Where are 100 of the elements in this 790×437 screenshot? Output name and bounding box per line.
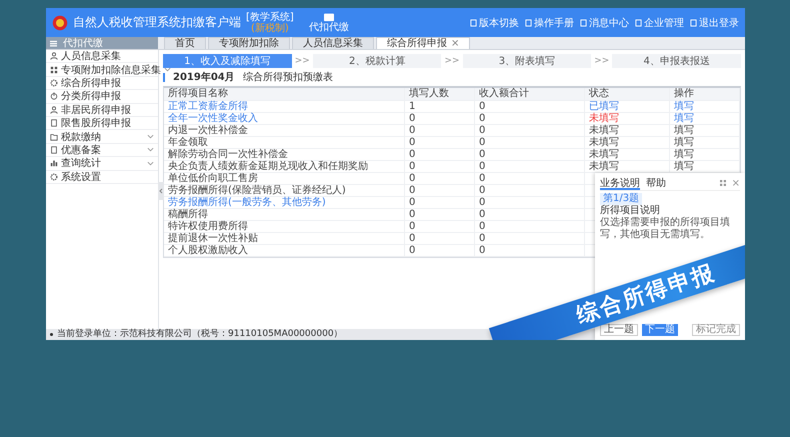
table-cell: 0	[475, 149, 585, 160]
sidebar-item[interactable]: 系统设置	[46, 170, 158, 184]
table-cell: 特许权使用费所得	[164, 221, 405, 232]
doc-icon	[50, 146, 58, 154]
question-badge: 第1/3题	[600, 193, 642, 205]
table-cell: 稿酬所得	[164, 209, 405, 220]
fill-link[interactable]: 填写	[674, 161, 694, 172]
table-cell: 0	[405, 221, 475, 232]
fill-link[interactable]: 填写	[674, 113, 694, 124]
person-icon	[50, 106, 58, 114]
page-tab[interactable]: 专项附加扣除	[208, 37, 290, 49]
power-icon	[50, 92, 58, 100]
income-item-link[interactable]: 劳务报酬所得(一般劳务、其他劳务)	[164, 197, 405, 208]
document-icon	[690, 18, 697, 26]
report-period: 2019年04月	[173, 70, 235, 84]
title-marker	[163, 72, 165, 82]
panel-tab[interactable]: 业务说明	[600, 176, 640, 190]
fill-link[interactable]: 填写	[674, 101, 694, 112]
page-tab[interactable]: 首页	[164, 37, 206, 49]
table-cell: 0	[475, 113, 585, 124]
header-link[interactable]: 企业管理	[635, 16, 684, 30]
page-tab[interactable]: 人员信息采集	[292, 37, 374, 49]
tab-close[interactable]: ×	[451, 38, 460, 49]
person-icon	[50, 52, 58, 60]
table-cell: 劳务报酬所得(保险营销员、证券经纪人)	[164, 185, 405, 196]
table-cell: 解除劳动合同一次性补偿金	[164, 149, 405, 160]
table-cell: 0	[405, 149, 475, 160]
table-cell: 单位低价向职工售房	[164, 173, 405, 184]
emblem-icon	[52, 14, 68, 30]
table-cell: 0	[475, 245, 585, 256]
app-title: 自然人税收管理系统扣缴客户端	[73, 14, 241, 31]
grid-icon	[50, 66, 58, 74]
table-cell: 0	[475, 197, 585, 208]
table-cell: 0	[405, 185, 475, 196]
header-link[interactable]: 版本切换	[470, 16, 519, 30]
page-tab[interactable]: 综合所得申报 ×	[376, 37, 470, 49]
document-icon	[470, 18, 477, 26]
fill-link[interactable]: 填写	[674, 149, 694, 160]
sidebar-item[interactable]: 非居民所得申报	[46, 104, 158, 117]
table-cell: 年金领取	[164, 137, 405, 148]
table-cell: 个人股权激励收入	[164, 245, 405, 256]
module-button[interactable]: 代扣代缴	[308, 12, 349, 33]
step-separator: >>	[294, 56, 310, 66]
table-cell: 0	[475, 137, 585, 148]
help-text: 仅选择需要申报的所得项目填写，其他项目无需填写。	[600, 217, 731, 241]
status-text: 当前登录单位：示范科技有限公司（税号：91110105MA00000000）	[57, 329, 343, 340]
gear-icon	[50, 172, 58, 181]
step-tab[interactable]: 2、税款计算	[312, 54, 442, 68]
grid-icon[interactable]	[720, 180, 726, 186]
header-link[interactable]: 退出登录	[690, 16, 739, 30]
table-cell: 0	[475, 233, 585, 244]
edition-tag: (新税制)	[251, 22, 289, 34]
gear-icon	[50, 78, 58, 87]
table-cell: 0	[405, 137, 475, 148]
table-cell: 0	[405, 233, 475, 244]
column-header: 操作	[670, 88, 740, 100]
table-cell: 0	[405, 245, 475, 256]
column-header: 所得项目名称	[164, 88, 405, 100]
table-cell: 0	[405, 113, 475, 124]
edition-label: [教学系统]	[246, 12, 294, 22]
fill-link[interactable]: 填写	[674, 125, 694, 136]
step-separator: >>	[594, 56, 610, 66]
help-heading: 所得项目说明	[600, 205, 660, 216]
status-text: 未填写	[589, 161, 619, 172]
header-link[interactable]: 消息中心	[580, 16, 629, 30]
column-header: 状态	[585, 88, 670, 100]
header-link[interactable]: 操作手册	[525, 16, 574, 30]
sidebar-item[interactable]: 限售股所得申报	[46, 116, 158, 130]
sidebar-item[interactable]: 分类所得申报	[46, 90, 158, 104]
next-button[interactable]: 下一题	[642, 324, 678, 336]
sidebar-item[interactable]: 优惠备案	[46, 144, 158, 158]
chevron-down-icon	[147, 160, 154, 166]
table-cell: 央企负责人绩效薪金延期兑现收入和任期奖励	[164, 161, 405, 172]
table-cell: 0	[475, 185, 585, 196]
status-text: 未填写	[589, 149, 619, 160]
table-cell: 1	[405, 101, 475, 112]
doc-icon	[50, 119, 58, 128]
fill-link[interactable]: 填写	[674, 137, 694, 148]
sidebar-item[interactable]: 综合所得申报	[46, 76, 158, 90]
sidebar-item[interactable]: 人员信息采集	[46, 50, 158, 64]
income-item-link[interactable]: 正常工资薪金所得	[164, 101, 405, 112]
panel-tab[interactable]: 帮助	[646, 176, 666, 190]
table-cell: 0	[475, 173, 585, 184]
step-tab[interactable]: 3、附表填写	[462, 54, 592, 68]
status-text: 未填写	[589, 125, 619, 136]
document-icon	[580, 18, 587, 26]
income-item-link[interactable]: 全年一次性奖金收入	[164, 113, 405, 124]
document-icon	[635, 18, 642, 26]
sidebar-item[interactable]: 税款缴纳	[46, 130, 158, 144]
chevron-down-icon	[147, 134, 154, 140]
step-tab[interactable]: 4、申报表报送	[612, 54, 742, 68]
status-text: 未填写	[589, 137, 619, 148]
table-cell: 0	[475, 101, 585, 112]
document-icon	[525, 18, 532, 26]
collapse-handle[interactable]	[158, 182, 164, 200]
table-cell: 0	[405, 197, 475, 208]
status-text: 已填写	[589, 101, 619, 112]
sidebar-item[interactable]: 查询统计	[46, 157, 158, 171]
mark-done-button[interactable]: 标记完成	[692, 324, 740, 336]
table-cell: 0	[475, 161, 585, 172]
